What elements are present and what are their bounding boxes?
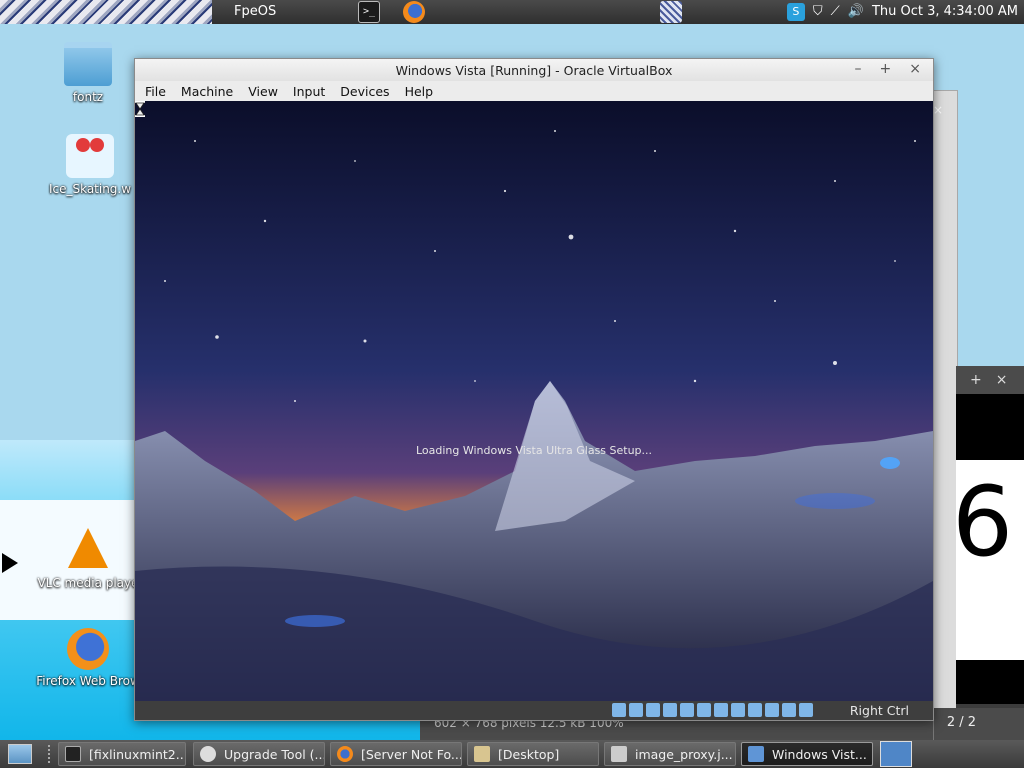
maximize-button[interactable]: + bbox=[880, 61, 892, 77]
close-button[interactable]: × bbox=[909, 61, 921, 77]
firefox-icon[interactable] bbox=[403, 1, 425, 23]
distro-label[interactable]: FpeOS bbox=[234, 4, 276, 19]
mouse-pointer-icon bbox=[2, 553, 18, 573]
display-icon[interactable] bbox=[731, 703, 745, 717]
shield-icon bbox=[200, 746, 216, 762]
image-viewer-backdrop bbox=[956, 660, 1024, 704]
desktop-icon-label: fontz bbox=[72, 90, 104, 104]
cpu-icon[interactable] bbox=[765, 703, 779, 717]
close-icon[interactable]: × bbox=[933, 103, 943, 117]
image-viewer-canvas: 6 bbox=[956, 460, 1024, 660]
hard-disk-icon[interactable] bbox=[612, 703, 626, 717]
task-firefox[interactable]: [Server Not Fo... bbox=[330, 742, 462, 766]
menu-view[interactable]: View bbox=[248, 84, 278, 99]
task-label: [Desktop] bbox=[498, 746, 560, 762]
folder-icon bbox=[474, 746, 490, 762]
menu-file[interactable]: File bbox=[145, 84, 166, 99]
viewer-digit: 6 bbox=[956, 466, 1014, 578]
image-icon bbox=[611, 746, 627, 762]
show-desktop-button[interactable] bbox=[8, 744, 32, 764]
minimize-button[interactable]: – bbox=[855, 61, 862, 77]
mouse-integration-icon[interactable] bbox=[782, 703, 796, 717]
desktop-icon-vlc[interactable]: VLC media playe bbox=[28, 528, 148, 590]
virtualbox-icon bbox=[748, 746, 764, 762]
vm-wallpaper bbox=[135, 101, 933, 701]
task-upgrade-tool[interactable]: Upgrade Tool (... bbox=[193, 742, 325, 766]
hourglass-cursor-icon bbox=[135, 101, 145, 117]
keyboard-icon[interactable] bbox=[799, 703, 813, 717]
top-panel: FpeOS >_ S ⛉ ⟋ 🔊 Thu Oct 3, 4:34:00 AM bbox=[0, 0, 1024, 24]
floppy-icon[interactable] bbox=[646, 703, 660, 717]
task-label: Upgrade Tool (... bbox=[224, 746, 325, 762]
vm-device-indicators bbox=[612, 703, 813, 717]
menu-machine[interactable]: Machine bbox=[181, 84, 233, 99]
image-file-icon bbox=[66, 134, 114, 178]
desktop-icon-fontz[interactable]: fontz bbox=[28, 42, 148, 104]
menu-bar: File Machine View Input Devices Help bbox=[135, 81, 933, 101]
recording-icon[interactable] bbox=[748, 703, 762, 717]
terminal-icon bbox=[65, 746, 81, 762]
window-controls: – + × bbox=[855, 61, 921, 77]
window-title: Windows Vista [Running] - Oracle Virtual… bbox=[395, 63, 673, 78]
desktop-icon-ice-skating[interactable]: Ice_Skating.w bbox=[30, 134, 150, 196]
task-label: Windows Vist... bbox=[772, 746, 867, 762]
terminal-icon[interactable]: >_ bbox=[358, 1, 380, 23]
shield-icon[interactable]: ⛉ bbox=[813, 0, 823, 24]
task-label: [Server Not Fo... bbox=[361, 746, 462, 762]
network-icon[interactable]: ⟋ bbox=[831, 0, 840, 24]
clock[interactable]: Thu Oct 3, 4:34:00 AM bbox=[872, 0, 1018, 24]
desktop-icon-label: Ice_Skating.w bbox=[48, 182, 132, 196]
vm-statusbar: Right Ctrl bbox=[135, 701, 933, 720]
workspace-switcher[interactable] bbox=[880, 741, 912, 767]
network-icon[interactable] bbox=[680, 703, 694, 717]
taskbar-grip[interactable] bbox=[48, 745, 52, 763]
panel-wallpaper-thumbnail bbox=[0, 0, 212, 24]
task-fixlinuxmint[interactable]: [fixlinuxmint2... bbox=[58, 742, 186, 766]
optical-drive-icon[interactable] bbox=[629, 703, 643, 717]
desktop-icon-firefox[interactable]: Firefox Web Brow bbox=[28, 628, 148, 688]
menu-help[interactable]: Help bbox=[405, 84, 434, 99]
vm-display[interactable]: Loading Windows Vista Ultra Glass Setup.… bbox=[135, 101, 933, 701]
image-viewer-backdrop bbox=[956, 394, 1024, 460]
folder-icon bbox=[64, 42, 112, 86]
menu-devices[interactable]: Devices bbox=[340, 84, 389, 99]
background-window[interactable]: × bbox=[930, 90, 958, 710]
task-label: [fixlinuxmint2... bbox=[89, 746, 186, 762]
loading-message: Loading Windows Vista Ultra Glass Setup.… bbox=[415, 444, 653, 457]
menu-input[interactable]: Input bbox=[293, 84, 325, 99]
firefox-icon bbox=[337, 746, 353, 762]
task-desktop-folder[interactable]: [Desktop] bbox=[467, 742, 599, 766]
window-titlebar[interactable]: Windows Vista [Running] - Oracle Virtual… bbox=[135, 59, 933, 81]
volume-icon[interactable]: 🔊 bbox=[848, 0, 864, 24]
close-button[interactable]: × bbox=[996, 372, 1008, 388]
image-viewer-titlebar[interactable]: + × bbox=[956, 366, 1024, 394]
desktop-icon-label: VLC media playe bbox=[37, 576, 139, 590]
system-tray: S ⛉ ⟋ 🔊 Thu Oct 3, 4:34:00 AM bbox=[786, 0, 1024, 24]
virtualbox-window[interactable]: Windows Vista [Running] - Oracle Virtual… bbox=[134, 58, 934, 721]
maximize-button[interactable]: + bbox=[970, 372, 982, 388]
host-key-label[interactable]: Right Ctrl bbox=[850, 703, 909, 718]
task-image-proxy[interactable]: image_proxy.j... bbox=[604, 742, 736, 766]
task-label: image_proxy.j... bbox=[635, 746, 733, 762]
skype-icon[interactable]: S bbox=[786, 3, 805, 21]
image-viewer-window[interactable]: + × 6 bbox=[956, 366, 1024, 740]
usb-icon[interactable] bbox=[697, 703, 711, 717]
desktop-icon-label: Firefox Web Brow bbox=[36, 674, 140, 688]
task-windows-vista[interactable]: Windows Vist... bbox=[741, 742, 873, 766]
firefox-icon bbox=[67, 628, 109, 670]
audio-icon[interactable] bbox=[663, 703, 677, 717]
page-indicator: 2 / 2 bbox=[946, 715, 976, 730]
image-viewer-icon[interactable] bbox=[660, 1, 682, 23]
vlc-icon bbox=[68, 528, 108, 568]
bottom-taskbar: [fixlinuxmint2... Upgrade Tool (... [Ser… bbox=[0, 740, 1024, 768]
shared-folders-icon[interactable] bbox=[714, 703, 728, 717]
